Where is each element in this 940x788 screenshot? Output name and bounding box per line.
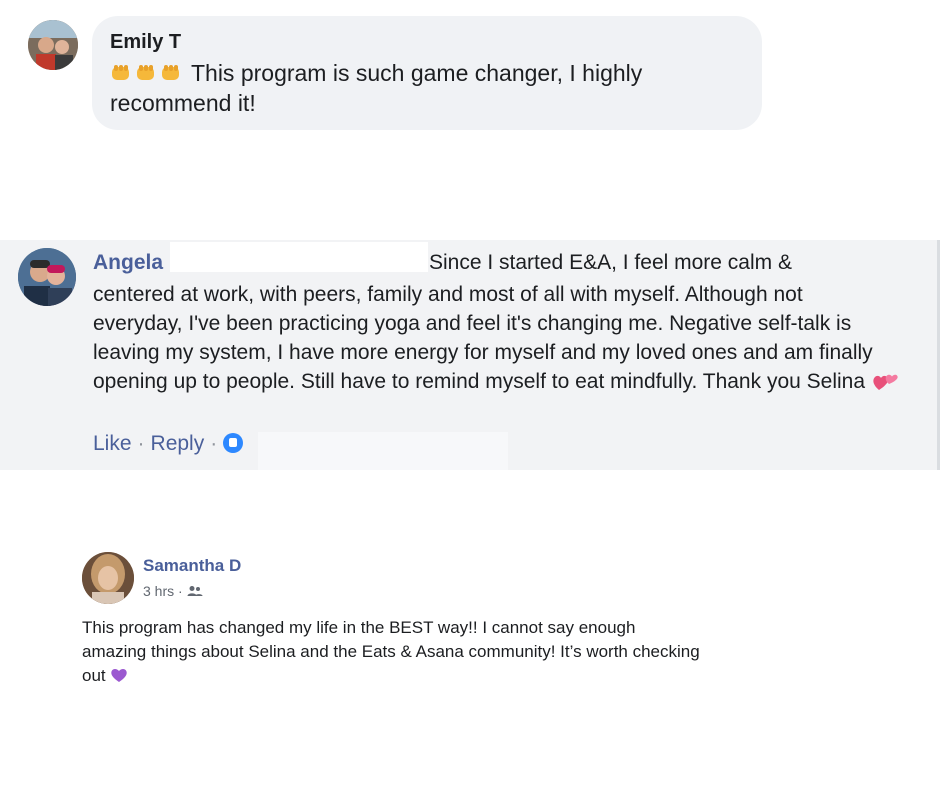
- comment-body: centered at work, with peers, family and…: [93, 283, 873, 393]
- commenter-name[interactable]: Emily T: [110, 31, 181, 54]
- fist-bump-icon: [110, 60, 132, 80]
- comment-text: This program has changed my life in the …: [82, 616, 702, 688]
- comment-body: This program is such game changer, I hig…: [110, 60, 643, 116]
- two-hearts-icon: [871, 369, 898, 390]
- comment-body: This program has changed my life in the …: [82, 618, 700, 685]
- separator-dot: ·: [178, 583, 183, 599]
- comment-text-lead: Since I started E&A, I feel more calm &: [429, 251, 792, 274]
- redaction-block: [170, 242, 428, 272]
- reply-link[interactable]: Reply: [151, 432, 205, 455]
- like-link[interactable]: Like: [93, 432, 132, 455]
- commenter-name[interactable]: Angela: [93, 251, 163, 275]
- redaction-block: [258, 432, 508, 470]
- timestamp[interactable]: 3 hrs: [143, 583, 174, 599]
- avatar-angela[interactable]: [18, 248, 76, 306]
- friends-icon: [187, 583, 203, 599]
- like-reaction-icon[interactable]: [223, 433, 244, 453]
- comment-text: This program is such game changer, I hig…: [110, 58, 730, 118]
- comment-actions: Like · Reply ·: [93, 432, 244, 456]
- fist-bump-icon: [135, 60, 157, 80]
- separator-dot: ·: [210, 432, 218, 455]
- avatar-samantha[interactable]: [82, 552, 134, 604]
- post-meta: 3 hrs ·: [143, 583, 203, 599]
- avatar-emily[interactable]: [28, 20, 78, 70]
- comment-text: centered at work, with peers, family and…: [93, 280, 898, 396]
- separator-dot: ·: [137, 432, 145, 455]
- commenter-name[interactable]: Samantha D: [143, 556, 241, 576]
- fist-bump-icon: [160, 60, 182, 80]
- purple-heart-icon: [110, 666, 128, 682]
